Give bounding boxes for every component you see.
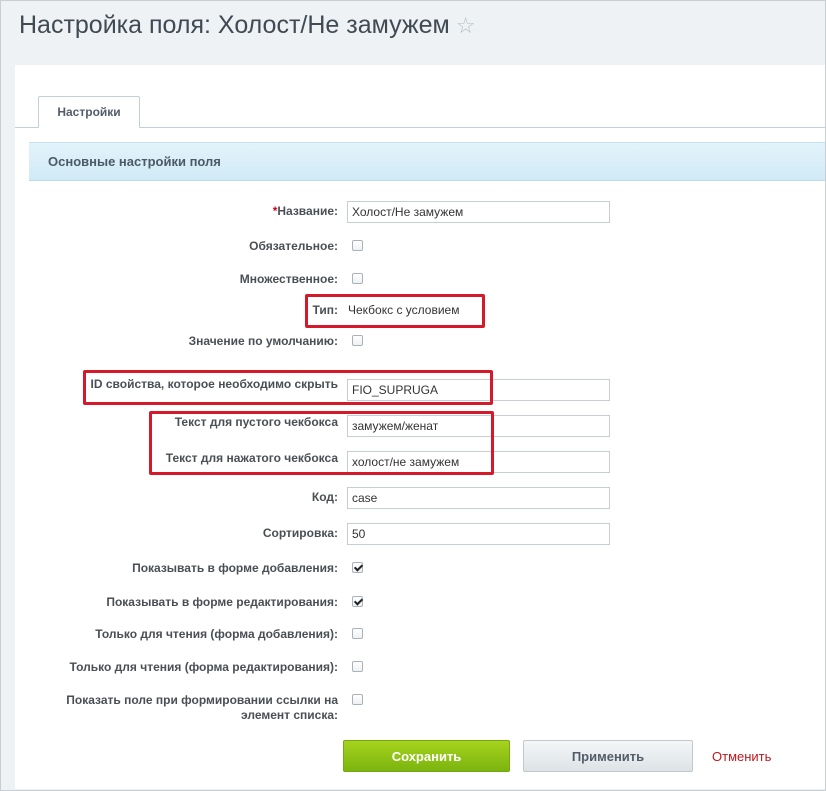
multiple-checkbox[interactable] (352, 273, 363, 284)
page-title: Настройка поля: Холост/Не замужем ☆ (19, 11, 475, 40)
name-label-text: Название: (277, 204, 338, 218)
readonly-add-label: Только для чтения (форма добавления): (95, 627, 338, 641)
name-label: *Название: (273, 204, 338, 219)
mandatory-label: Обязательное: (249, 239, 338, 253)
name-field[interactable] (347, 201, 610, 223)
show-add-label: Показывать в форме добавления: (132, 561, 338, 575)
sort-field[interactable] (347, 523, 610, 545)
highlight-box-checkbox-texts (149, 411, 494, 475)
multiple-label: Множественное: (239, 272, 338, 286)
tab-settings[interactable]: Настройки (38, 96, 140, 128)
mandatory-checkbox[interactable] (352, 240, 363, 251)
readonly-edit-checkbox[interactable] (352, 661, 363, 672)
apply-button[interactable]: Применить (523, 740, 693, 772)
default-value-checkbox[interactable] (352, 335, 363, 346)
cancel-link[interactable]: Отменить (712, 749, 771, 764)
code-field[interactable] (347, 487, 610, 509)
default-value-label: Значение по умолчанию: (188, 334, 338, 348)
show-in-link-label-line1: Показать поле при формировании ссылки на (66, 693, 338, 707)
section-header: Основные настройки поля (29, 142, 825, 181)
favorite-star-icon[interactable]: ☆ (456, 13, 476, 38)
readonly-add-checkbox[interactable] (352, 628, 363, 639)
show-edit-checkbox[interactable] (352, 596, 363, 607)
page-title-text: Настройка поля: Холост/Не замужем (19, 11, 450, 39)
highlight-box-property-id (83, 370, 493, 405)
show-add-checkbox[interactable] (352, 562, 363, 573)
show-in-link-checkbox[interactable] (352, 694, 363, 705)
show-in-link-label-line2: элемент списка: (241, 708, 338, 722)
show-in-link-label: Показать поле при формировании ссылки на… (66, 693, 338, 723)
save-button[interactable]: Сохранить (343, 740, 510, 772)
code-label: Код: (311, 490, 338, 504)
sort-label: Сортировка: (262, 526, 338, 540)
highlight-box-type (305, 294, 485, 328)
show-edit-label: Показывать в форме редактирования: (106, 595, 338, 609)
readonly-edit-label: Только для чтения (форма редактирования)… (69, 660, 338, 674)
